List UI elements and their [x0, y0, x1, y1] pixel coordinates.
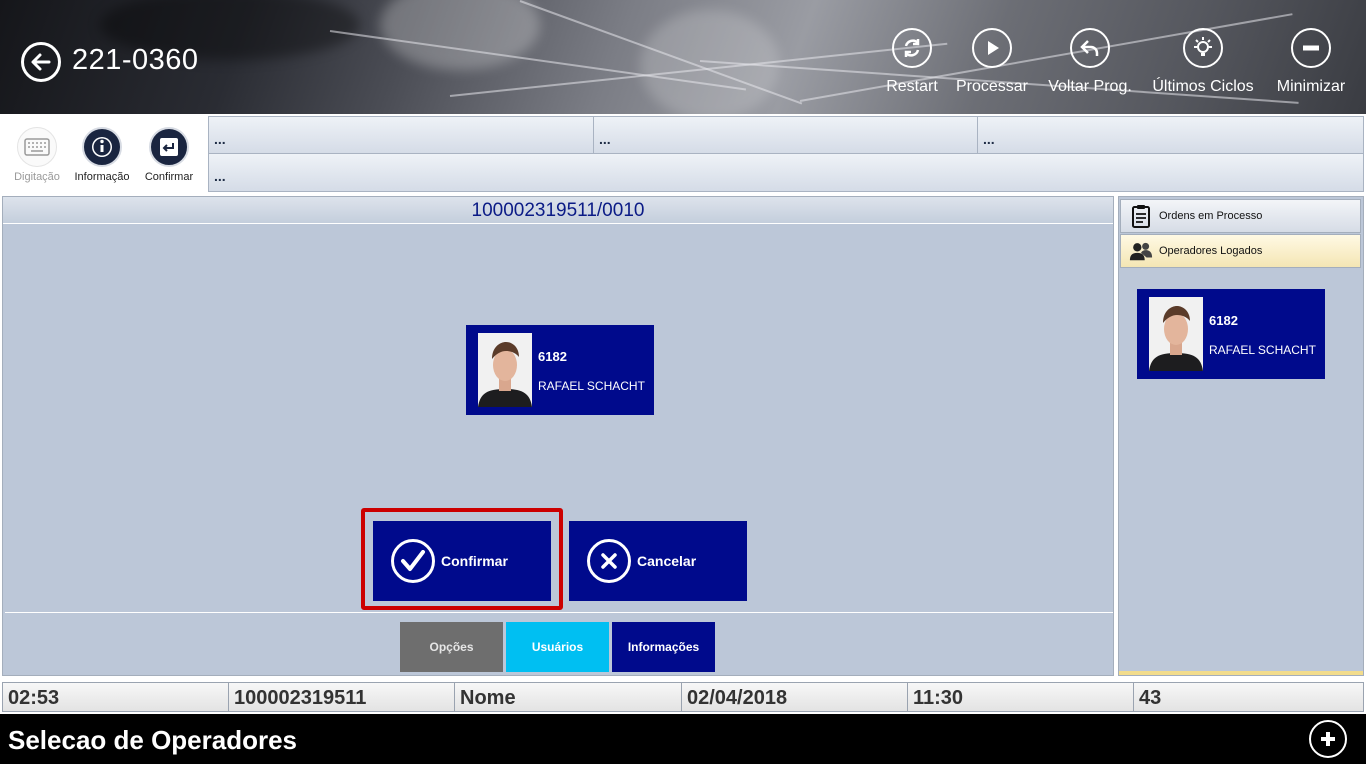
process-label: Processar — [955, 78, 1029, 95]
back-button[interactable] — [21, 42, 61, 82]
selected-operator-card[interactable]: 6182 RAFAEL SCHACHT — [466, 325, 654, 415]
info-cell: ... — [209, 154, 1363, 191]
footer-bar: Selecao de Operadores — [0, 714, 1366, 764]
status-time: 02:53 — [3, 683, 229, 711]
information-label: Informação — [74, 171, 130, 183]
back-program-button[interactable]: Voltar Prog. — [1048, 28, 1132, 100]
operator-code: 6182 — [1209, 313, 1238, 328]
minimize-label: Minimizar — [1276, 78, 1346, 95]
info-cell: ... — [978, 117, 1363, 154]
arrow-left-icon — [31, 53, 51, 71]
operator-name: RAFAEL SCHACHT — [538, 379, 645, 393]
last-cycles-button[interactable]: Últimos Ciclos — [1152, 28, 1254, 100]
lightbulb-icon — [1194, 37, 1212, 56]
status-count: 43 — [1134, 683, 1363, 711]
confirm-tool-label: Confirmar — [144, 171, 194, 183]
app-header: 221-0360 Restart Processar Voltar Prog. … — [0, 0, 1366, 114]
tab-information[interactable]: Informações — [612, 622, 715, 672]
minimize-button[interactable]: Minimizar — [1275, 28, 1347, 100]
process-button[interactable]: Processar — [955, 28, 1029, 100]
info-icon — [92, 137, 112, 157]
cancel-label: Cancelar — [637, 553, 697, 569]
plus-icon — [1321, 732, 1335, 746]
back-program-label: Voltar Prog. — [1048, 78, 1132, 95]
checkmark-icon — [401, 550, 425, 571]
info-grid: ... ... ... ... — [208, 116, 1364, 192]
restart-button[interactable]: Restart — [886, 28, 938, 100]
screen-title: Selecao de Operadores — [8, 725, 298, 755]
status-date: 02/04/2018 — [682, 683, 908, 711]
operator-code: 6182 — [538, 349, 567, 364]
confirm-label: Confirmar — [441, 553, 508, 569]
order-number: 100002319511/0010 — [3, 197, 1113, 224]
tab-logged-operators[interactable]: Operadores Logados — [1120, 234, 1361, 268]
operators-tab-label: Operadores Logados — [1159, 245, 1263, 257]
machine-title: 221-0360 — [72, 44, 199, 76]
information-button[interactable]: Informação — [70, 127, 134, 183]
side-panel: Ordens em Processo Operadores Logados — [1118, 196, 1364, 676]
operator-name: RAFAEL SCHACHT — [1209, 343, 1316, 357]
keyboard-icon — [24, 138, 50, 156]
info-cell: ... — [594, 117, 978, 154]
panel-accent-line — [1119, 671, 1363, 675]
enter-icon — [160, 138, 178, 156]
close-icon — [601, 553, 617, 569]
status-bar: 02:53 100002319511 Nome 02/04/2018 11:30… — [2, 682, 1364, 712]
tab-options[interactable]: Opções — [400, 622, 503, 672]
status-clock: 11:30 — [908, 683, 1134, 711]
orders-tab-label: Ordens em Processo — [1159, 210, 1263, 222]
restart-icon — [904, 39, 920, 57]
operator-photo — [478, 333, 532, 407]
clipboard-icon — [1132, 205, 1150, 228]
cancel-button[interactable]: Cancelar — [569, 521, 747, 601]
tab-users[interactable]: Usuários — [506, 622, 609, 672]
operator-photo — [1149, 297, 1203, 371]
last-cycles-label: Últimos Ciclos — [1152, 78, 1254, 95]
add-button[interactable] — [1309, 720, 1347, 758]
users-icon — [1129, 242, 1153, 261]
confirm-tool-button[interactable]: Confirmar — [137, 127, 201, 183]
undo-icon — [1080, 40, 1099, 56]
minus-icon — [1303, 45, 1319, 51]
status-order: 100002319511 — [229, 683, 455, 711]
confirm-button[interactable]: Confirmar — [373, 521, 551, 601]
typing-button[interactable]: Digitação — [5, 127, 69, 183]
status-name: Nome — [455, 683, 682, 711]
play-icon — [988, 41, 999, 55]
typing-label: Digitação — [14, 171, 60, 183]
info-cell: ... — [209, 117, 594, 154]
logged-operator-card[interactable]: 6182 RAFAEL SCHACHT — [1137, 289, 1325, 379]
restart-label: Restart — [886, 78, 938, 95]
tab-orders-in-process[interactable]: Ordens em Processo — [1120, 199, 1361, 233]
